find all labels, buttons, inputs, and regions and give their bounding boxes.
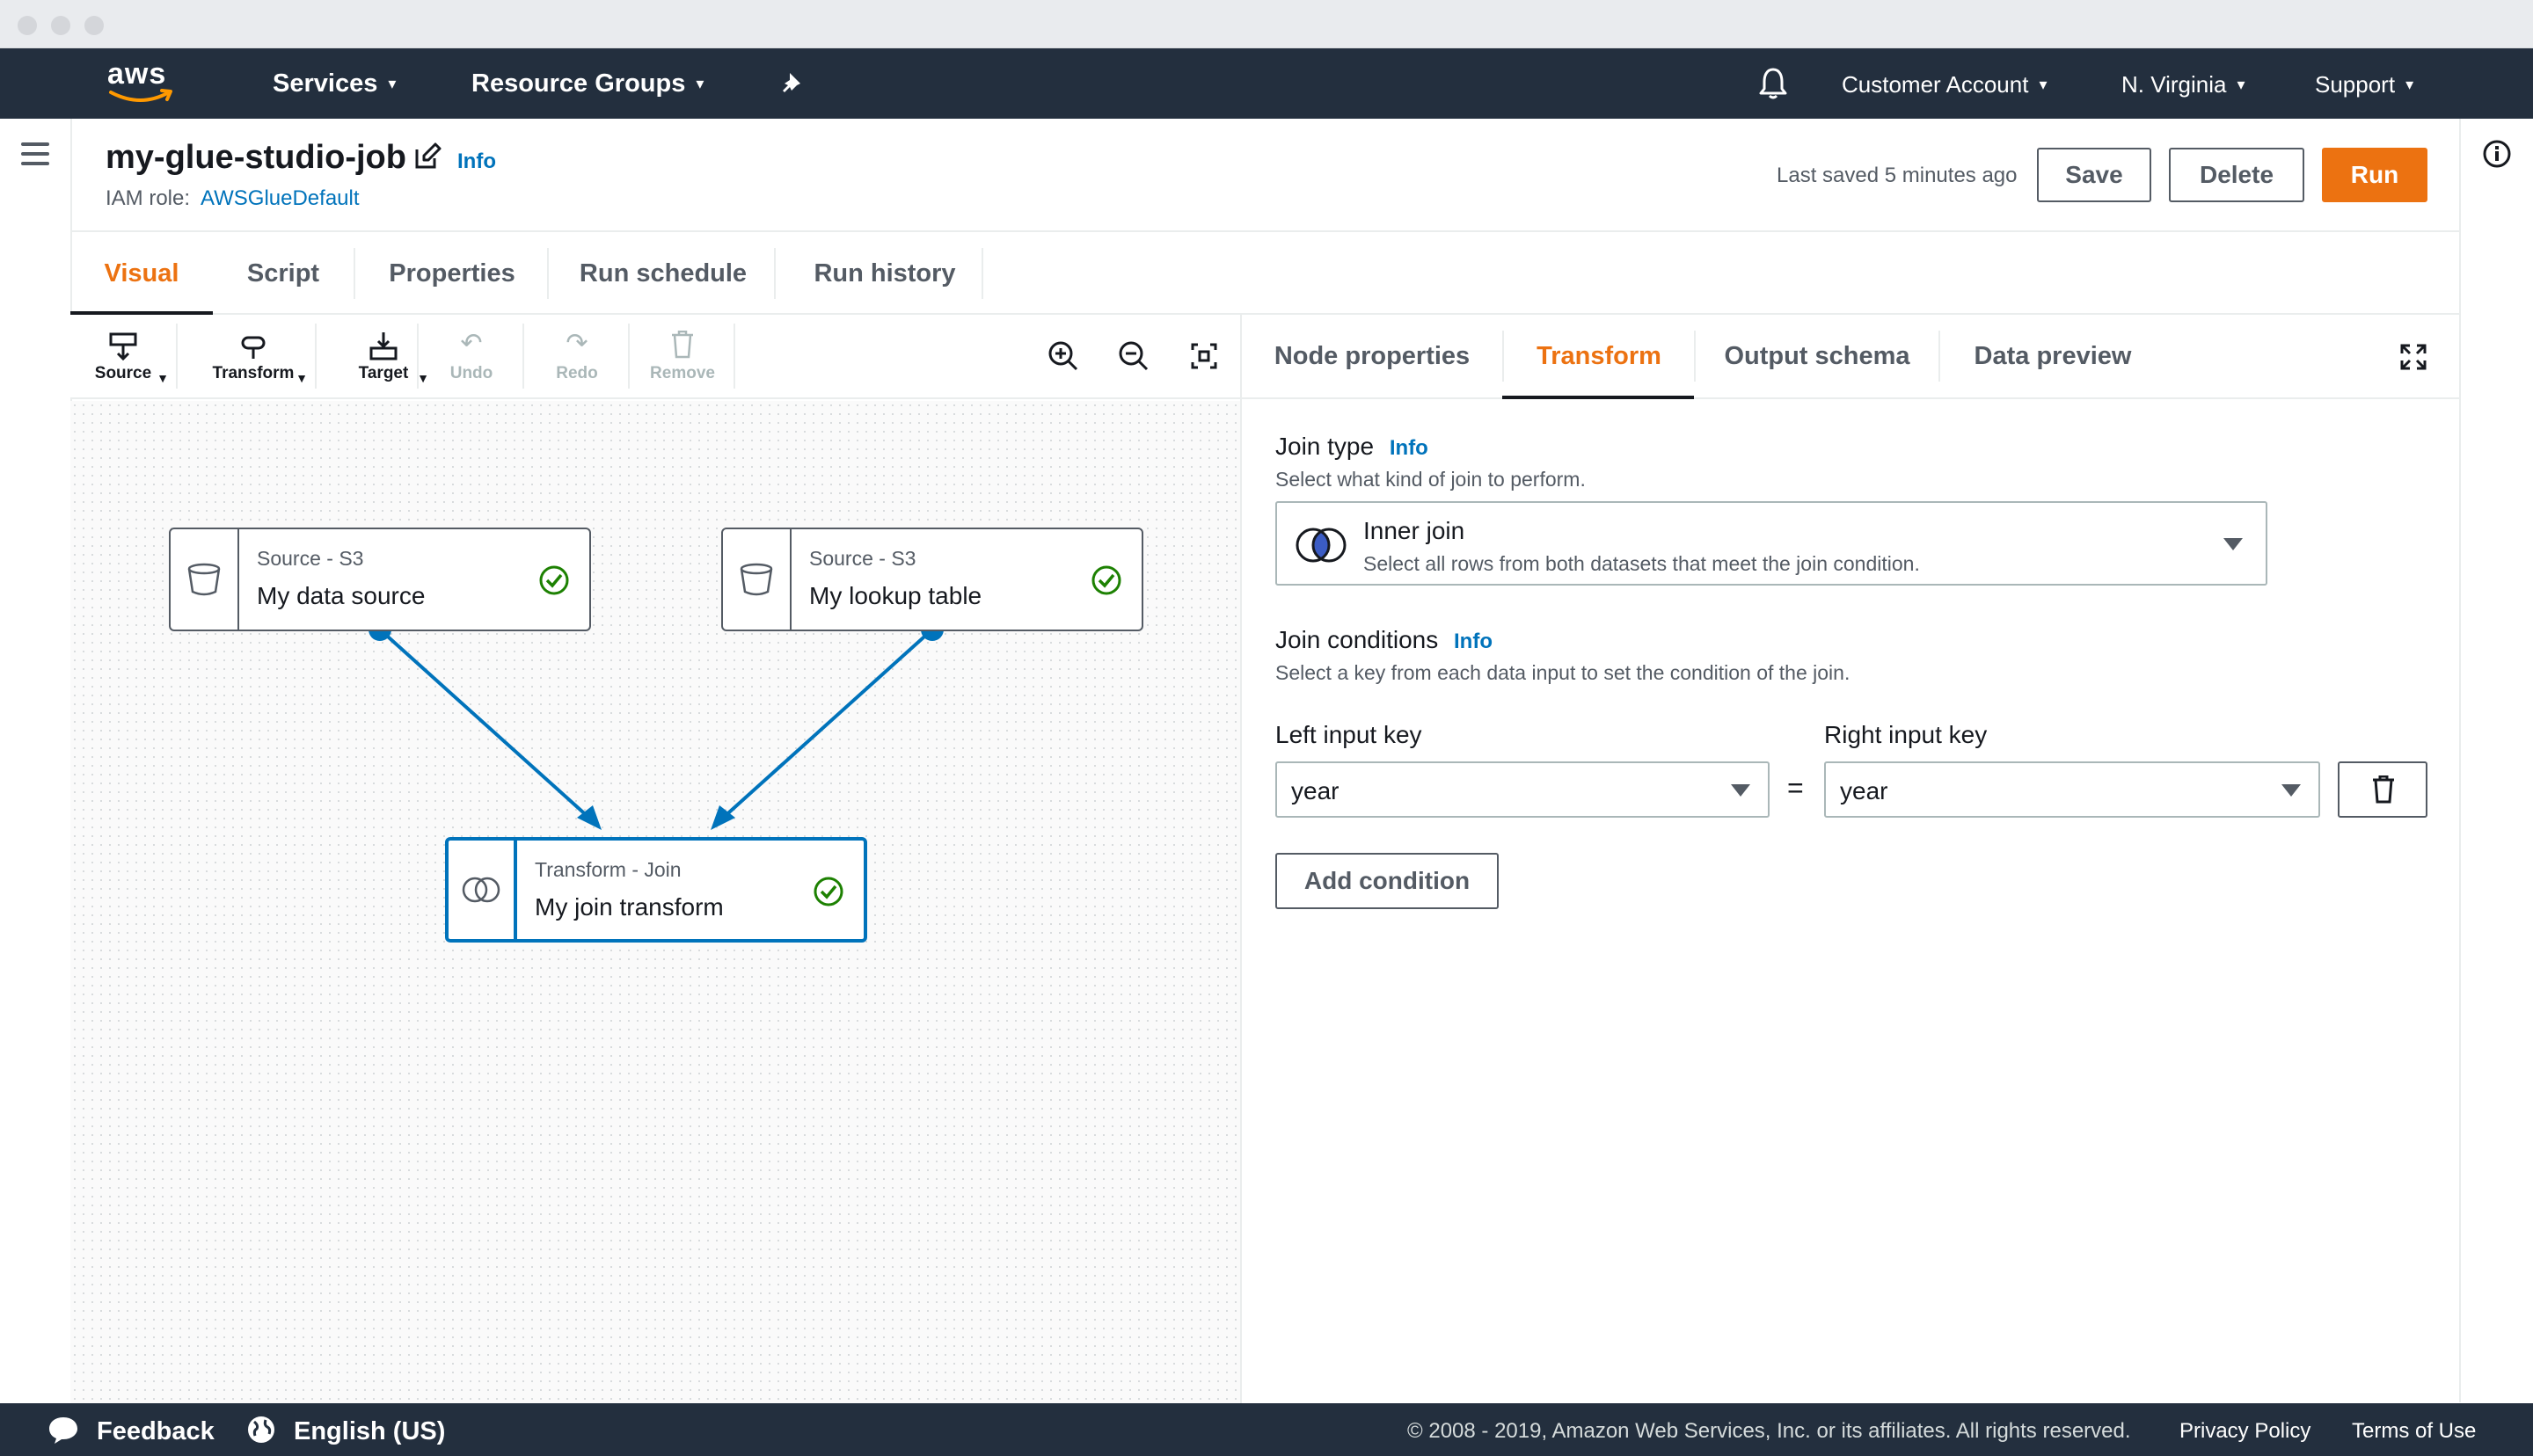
node-icon-cell — [723, 529, 792, 630]
last-saved-status: Last saved 5 minutes ago — [1777, 164, 2018, 187]
join-conditions-label: Join conditions Info — [1275, 626, 1493, 654]
info-circle-icon[interactable] — [2482, 139, 2512, 169]
node-type-label: Transform - Join — [535, 858, 682, 881]
globe-icon — [248, 1416, 274, 1443]
node-type-label: Source - S3 — [809, 547, 916, 570]
left-input-key-select[interactable]: year — [1275, 761, 1770, 818]
node-my-lookup-table[interactable]: Source - S3 My lookup table — [721, 528, 1143, 631]
add-condition-button[interactable]: Add condition — [1275, 853, 1499, 909]
active-panel-tab-indicator — [1502, 396, 1694, 399]
join-type-value-description: Select all rows from both datasets that … — [1363, 552, 1920, 575]
footer-bar: Feedback English (US) © 2008 - 2019, Ama… — [0, 1403, 2533, 1456]
join-type-label-text: Join type — [1275, 433, 1375, 460]
tab-data-preview[interactable]: Data preview — [1940, 315, 2165, 397]
success-check-icon — [814, 877, 843, 906]
region-menu[interactable]: N. Virginia ▾ — [2121, 71, 2245, 98]
left-input-key-label: Left input key — [1275, 721, 1422, 748]
caret-down-icon — [2281, 784, 2301, 797]
panel-divider[interactable] — [1240, 315, 1242, 1403]
node-name-label: My lookup table — [809, 582, 982, 609]
run-button[interactable]: Run — [2322, 148, 2427, 202]
delete-button[interactable]: Delete — [2169, 148, 2304, 202]
region-label: N. Virginia — [2121, 71, 2227, 98]
right-rail-divider — [2459, 119, 2461, 1402]
tab-node-properties[interactable]: Node properties — [1242, 315, 1502, 397]
inner-join-venn-icon — [1296, 528, 1347, 563]
caret-down-icon — [1731, 784, 1750, 797]
feedback-speech-bubble-icon — [49, 1417, 77, 1444]
node-name-label: My data source — [257, 582, 426, 609]
notifications-bell-icon[interactable] — [1757, 66, 1789, 101]
account-menu[interactable]: Customer Account ▾ — [1842, 71, 2047, 98]
node-icon-cell — [171, 529, 239, 630]
s3-bucket-icon — [740, 563, 773, 596]
right-input-key-label: Right input key — [1824, 721, 1988, 748]
edge-source2-to-join — [719, 628, 934, 821]
join-type-info-link[interactable]: Info — [1390, 436, 1428, 460]
node-my-data-source[interactable]: Source - S3 My data source — [169, 528, 591, 631]
join-type-label: Join type Info — [1275, 433, 1428, 461]
trash-icon — [2373, 775, 2394, 804]
tab-output-schema[interactable]: Output schema — [1696, 315, 1938, 397]
language-selector[interactable]: English (US) — [294, 1417, 445, 1446]
join-type-description: Select what kind of join to perform. — [1275, 468, 1586, 491]
edge-source1-to-join — [378, 628, 593, 821]
node-name-label: My join transform — [535, 893, 724, 921]
left-key-value: year — [1291, 777, 1339, 804]
chevron-down-icon: ▾ — [2237, 76, 2245, 93]
s3-bucket-icon — [187, 563, 221, 596]
expand-panel-icon[interactable] — [2399, 343, 2427, 371]
join-type-select[interactable]: Inner join Select all rows from both dat… — [1275, 501, 2267, 586]
join-conditions-info-link[interactable]: Info — [1454, 630, 1493, 653]
node-type-label: Source - S3 — [257, 547, 364, 570]
delete-condition-button[interactable] — [2338, 761, 2427, 818]
right-key-value: year — [1840, 777, 1888, 804]
equals-sign: = — [1787, 772, 1804, 804]
terms-of-use-link[interactable]: Terms of Use — [2352, 1419, 2476, 1444]
success-check-icon — [539, 565, 569, 595]
join-venn-icon — [462, 877, 500, 903]
chevron-down-icon: ▾ — [2039, 76, 2048, 93]
tab-transform[interactable]: Transform — [1504, 315, 1694, 397]
save-button[interactable]: Save — [2037, 148, 2151, 202]
account-label: Customer Account — [1842, 71, 2029, 98]
support-label: Support — [2315, 71, 2396, 98]
edges-layer — [369, 618, 944, 830]
copyright-text: © 2008 - 2019, Amazon Web Services, Inc.… — [1407, 1419, 2131, 1443]
node-panel-tabs: Node properties Transform Output schema … — [1242, 315, 2459, 399]
node-my-join-transform[interactable]: Transform - Join My join transform — [445, 837, 867, 943]
support-menu[interactable]: Support ▾ — [2315, 71, 2413, 98]
node-icon-cell — [449, 841, 517, 939]
caret-down-icon — [2223, 538, 2243, 550]
join-conditions-description: Select a key from each data input to set… — [1275, 661, 1850, 684]
chevron-down-icon: ▾ — [2405, 76, 2414, 93]
feedback-link[interactable]: Feedback — [97, 1417, 215, 1446]
join-conditions-label-text: Join conditions — [1275, 626, 1439, 653]
right-input-key-select[interactable]: year — [1824, 761, 2320, 818]
privacy-policy-link[interactable]: Privacy Policy — [2179, 1419, 2310, 1444]
success-check-icon — [1091, 565, 1121, 595]
join-type-value: Inner join — [1363, 517, 1465, 544]
